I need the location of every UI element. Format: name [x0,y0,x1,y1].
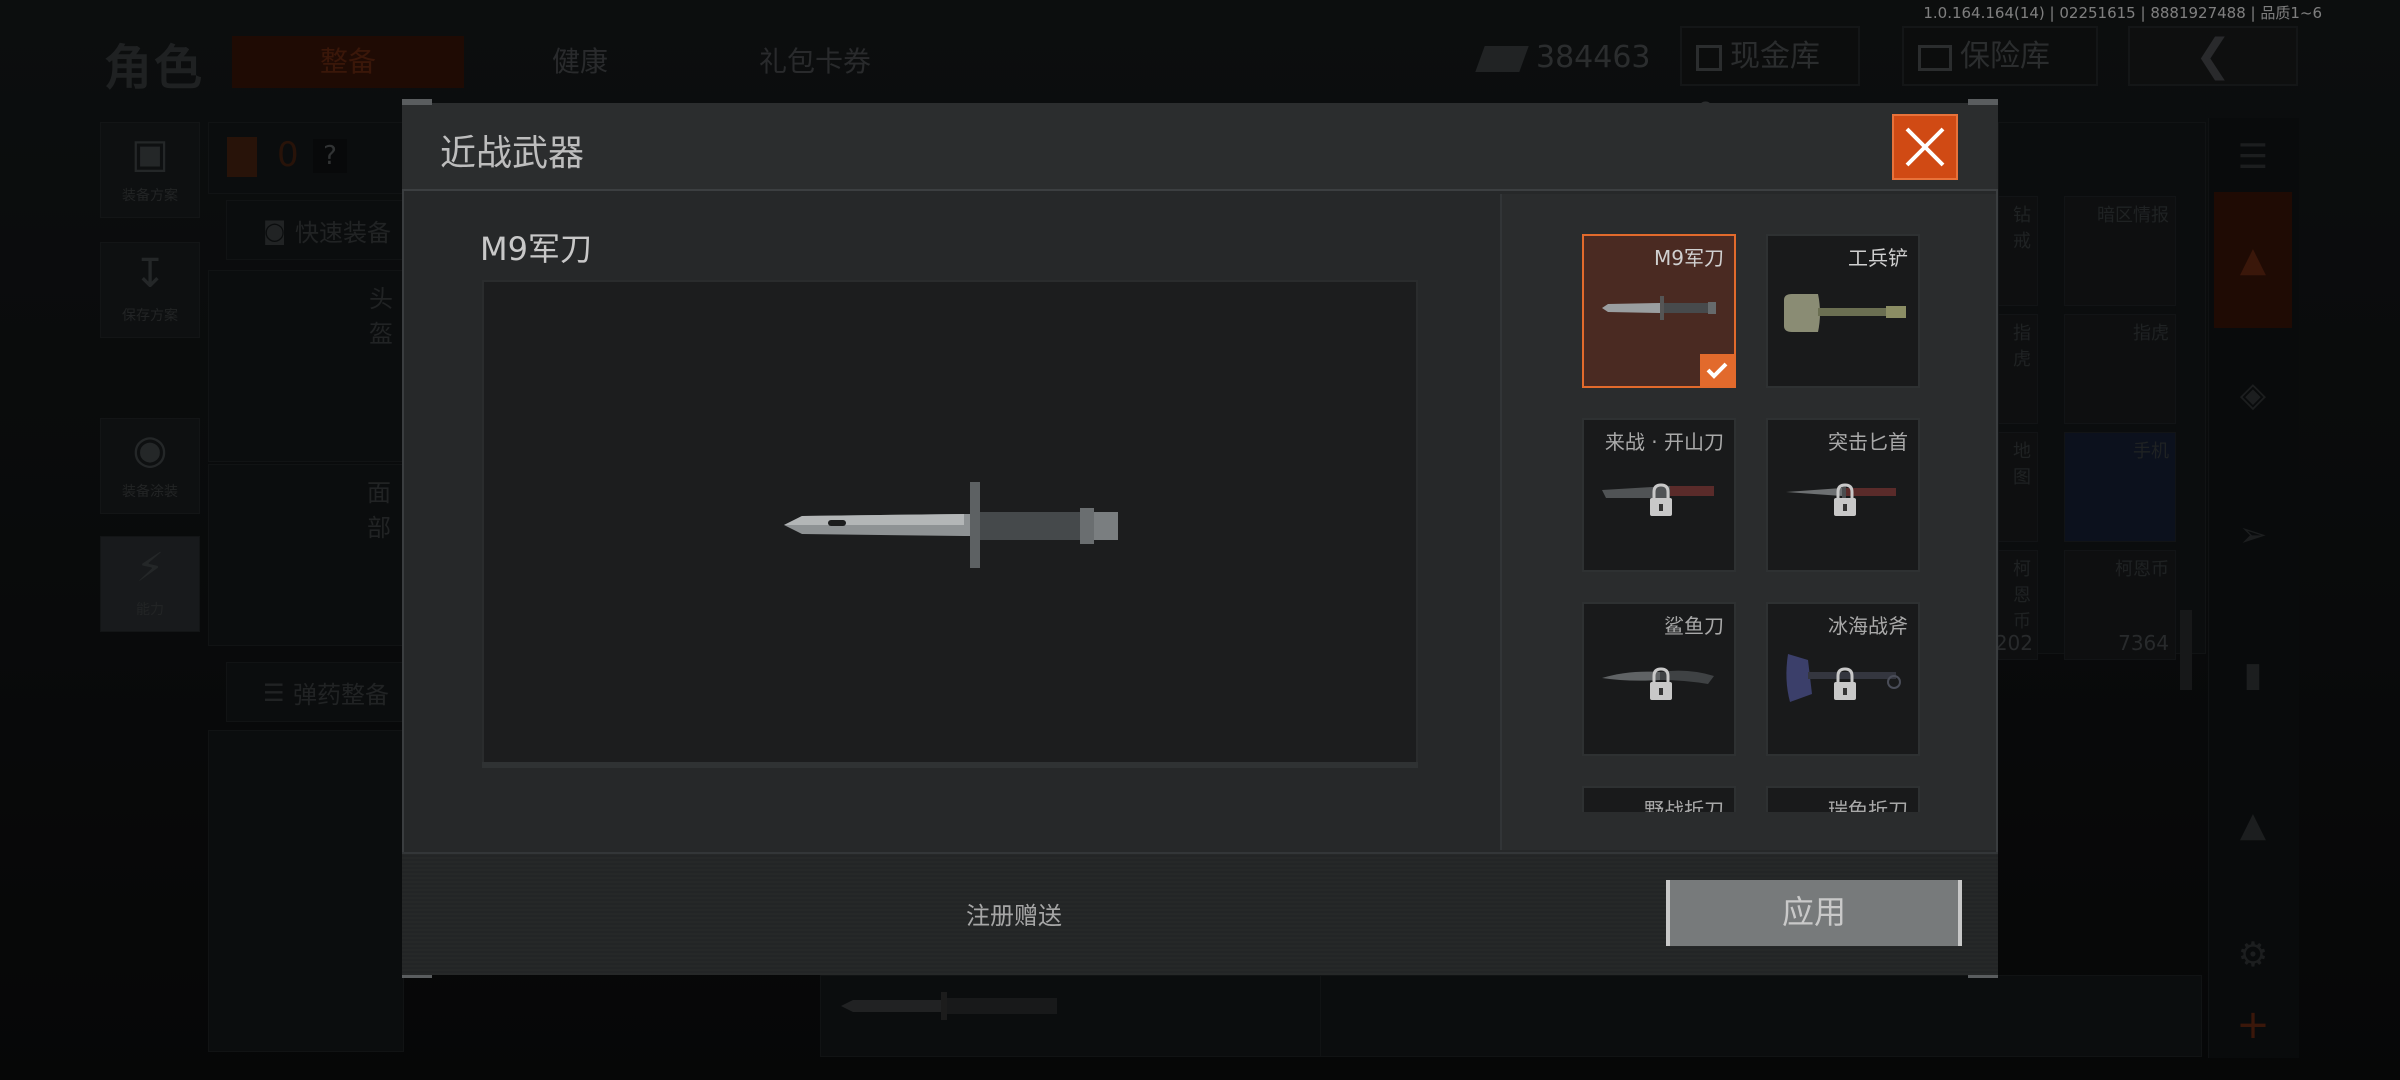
weapon-card-ice-axe[interactable]: 冰海战斧 [1766,602,1920,756]
weapon-card-field-folding-knife[interactable]: 野战折刀 [1582,786,1736,812]
lock-icon [1650,667,1672,700]
shovel-icon [1784,294,1906,332]
acquire-source-text: 注册赠送 [966,902,1062,930]
weapon-list-pane [1502,194,1996,850]
modal-title: 近战武器 [440,133,585,174]
weapon-card-name: 瑞兔折刀 [1828,798,1908,812]
weapon-preview[interactable] [482,280,1418,764]
modal-header [402,103,1998,191]
bayonet-icon [784,482,1118,568]
corner-decoration [1968,99,1998,105]
lock-icon [1650,483,1672,516]
weapon-card-name: 冰海战斧 [1828,614,1908,638]
apply-button[interactable]: 应用 [1666,880,1962,946]
weapon-card-m9-bayonet[interactable]: M9军刀 [1582,234,1736,388]
weapon-card-name: 来战 · 开山刀 [1604,430,1724,454]
close-button[interactable] [1892,114,1958,180]
close-icon [1905,127,1945,167]
weapon-card-shark-knife[interactable]: 鲨鱼刀 [1582,602,1736,756]
weapon-card-name: M9军刀 [1654,246,1724,270]
preview-bottom-bar [482,762,1418,768]
lock-icon [1834,483,1856,516]
weapon-card-name: 鲨鱼刀 [1664,614,1724,638]
weapon-card-assault-dagger[interactable]: 突击匕首 [1766,418,1920,572]
weapon-card-shovel[interactable]: 工兵铲 [1766,234,1920,388]
pane-divider [1500,194,1502,850]
weapon-list-clip: 野战折刀 瑞兔折刀 [1502,786,1996,812]
weapon-card-name: 野战折刀 [1644,798,1724,812]
selected-check-icon [1700,354,1734,386]
bayonet-icon [1602,296,1716,320]
weapon-card-rabbit-folding-knife[interactable]: 瑞兔折刀 [1766,786,1920,812]
corner-decoration [402,99,432,105]
selected-weapon-name: M9军刀 [480,230,592,268]
weapon-card-machete[interactable]: 来战 · 开山刀 [1582,418,1736,572]
lock-icon [1834,667,1856,700]
weapon-card-name: 工兵铲 [1848,246,1908,270]
weapon-card-name: 突击匕首 [1828,430,1908,454]
